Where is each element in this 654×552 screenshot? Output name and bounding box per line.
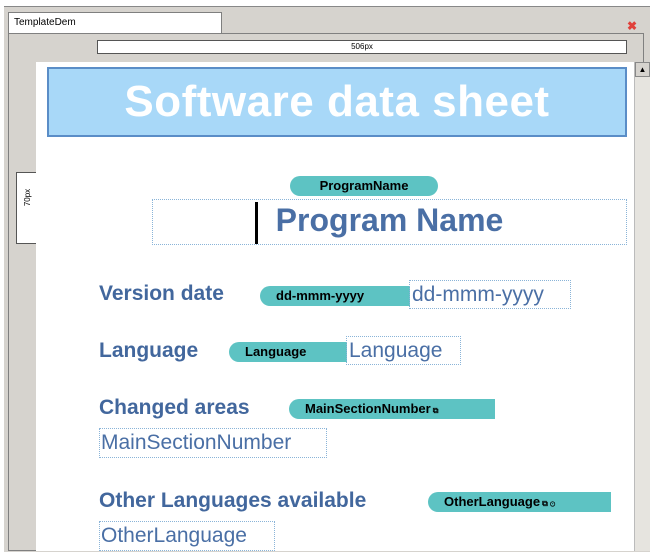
vertical-ruler[interactable]: 70px [16, 172, 37, 244]
banner-title: Software data sheet [124, 77, 550, 126]
main-section-number-tag[interactable]: MainSectionNumber ⧉ [289, 399, 495, 419]
program-name-value: Program Name [275, 202, 504, 238]
language-tag[interactable]: Language [229, 342, 347, 362]
main-section-number-field[interactable]: MainSectionNumber [99, 428, 327, 458]
banner: Software data sheet [47, 67, 627, 137]
version-date-label: Version date [99, 282, 224, 305]
copy-icon[interactable]: ⧉ ⊙ [542, 499, 555, 508]
text-cursor [255, 202, 258, 244]
main-section-number-tag-label: MainSectionNumber [305, 401, 431, 416]
language-label: Language [99, 339, 199, 362]
language-field[interactable]: Language [346, 336, 461, 365]
other-languages-label: Other Languages available [99, 489, 367, 512]
version-date-field[interactable]: dd-mmm-yyyy [409, 280, 571, 309]
horizontal-ruler[interactable]: 506px [97, 40, 627, 54]
close-icon[interactable]: ✖ [624, 18, 640, 34]
version-date-tag[interactable]: dd-mmm-yyyy [260, 286, 410, 306]
vertical-ruler-label: 70px [23, 188, 33, 207]
copy-icon[interactable]: ⧉ [433, 406, 439, 415]
other-language-tag[interactable]: OtherLanguage ⧉ ⊙ [428, 492, 611, 512]
tab-template-dem[interactable]: TemplateDem [8, 12, 222, 34]
other-language-tag-label: OtherLanguage [444, 494, 541, 509]
arrow-up-icon[interactable]: ▲ [635, 62, 650, 77]
program-name-field[interactable]: Program Name [152, 199, 627, 245]
changed-areas-label: Changed areas [99, 396, 250, 419]
program-name-tag[interactable]: ProgramName [290, 176, 438, 196]
other-language-field[interactable]: OtherLanguage [99, 521, 275, 551]
vertical-scrollbar[interactable]: ▲ [634, 62, 650, 551]
